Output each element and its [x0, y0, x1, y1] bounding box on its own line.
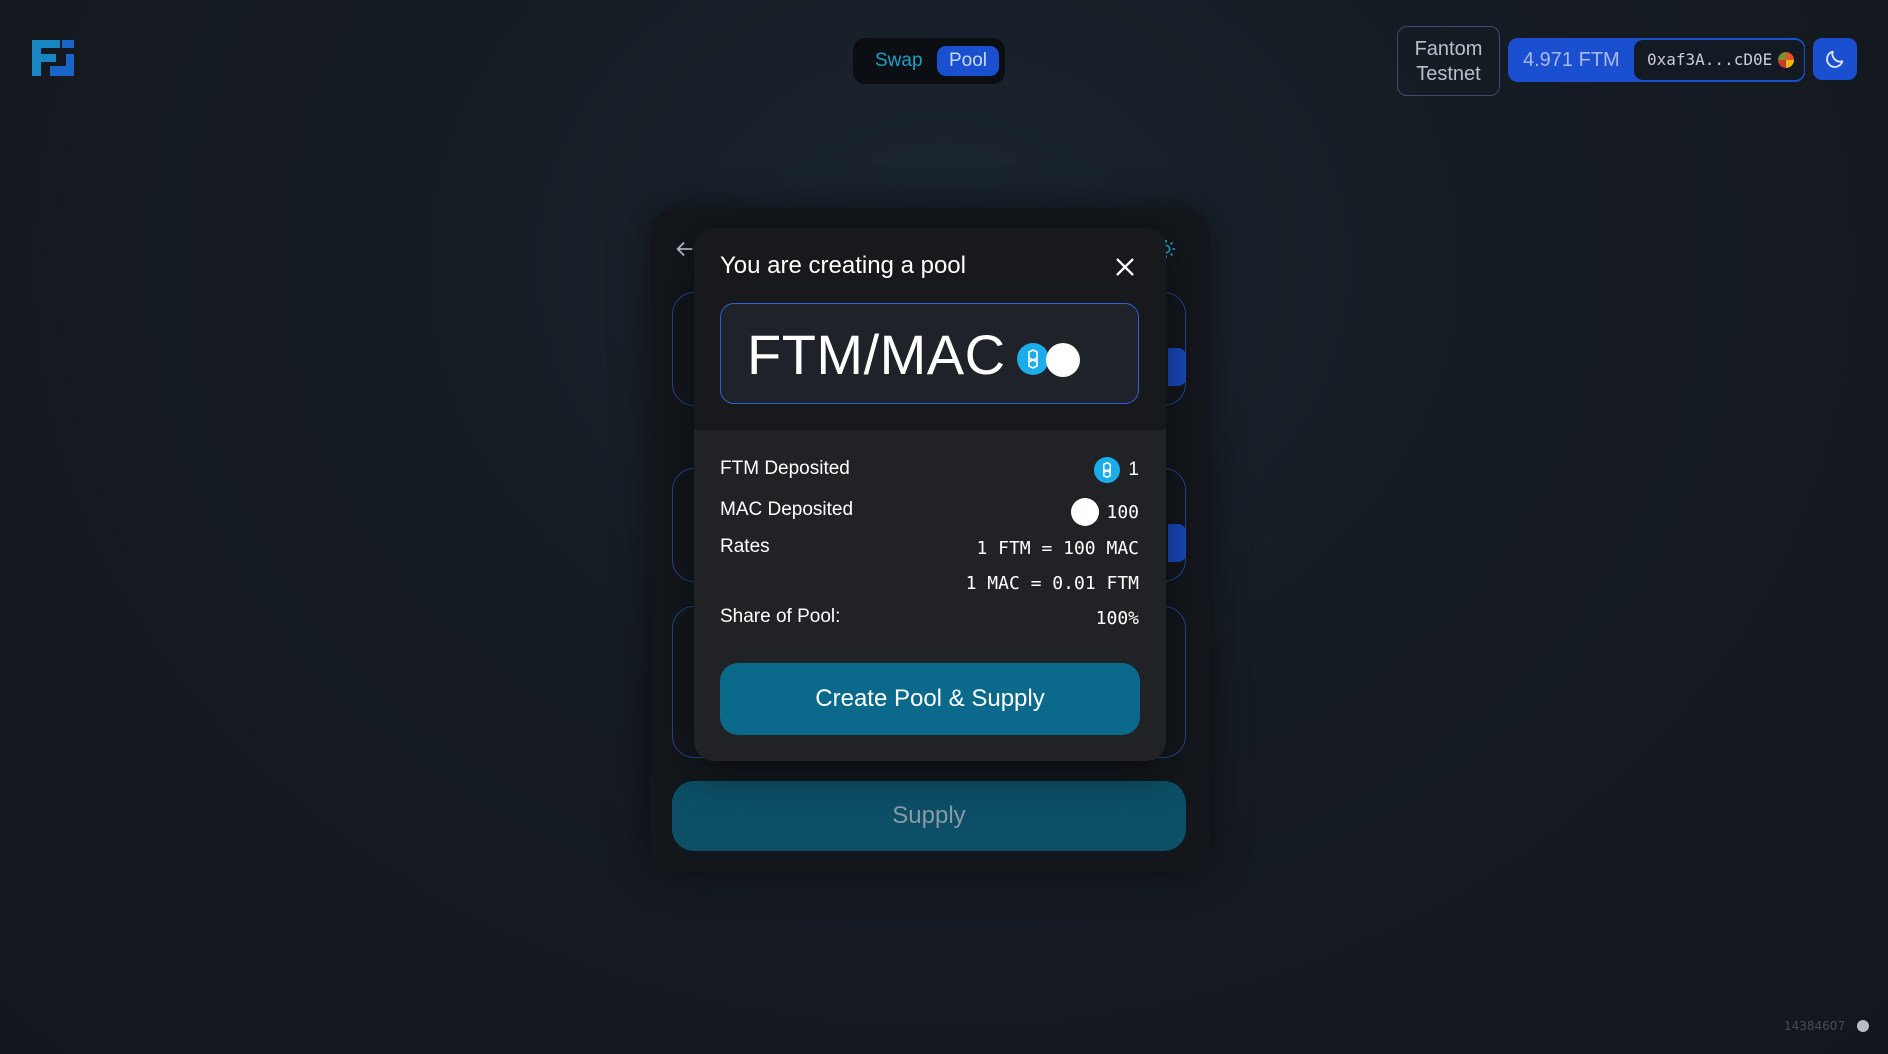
wallet-avatar-icon: [1778, 52, 1794, 68]
rates-label: Rates: [720, 536, 770, 557]
block-number: 14384607: [1784, 1019, 1846, 1033]
tab-pool[interactable]: Pool: [937, 46, 1000, 76]
rate-ftm-mac: 1 FTM = 100 MAC: [976, 538, 1139, 559]
theme-toggle-button[interactable]: [1813, 38, 1857, 80]
ftm-deposited-label: FTM Deposited: [720, 458, 850, 479]
token-b-select-stub[interactable]: [1168, 524, 1186, 562]
status-dot-icon: [1857, 1020, 1869, 1032]
share-of-pool-value: 100%: [1095, 608, 1139, 629]
mac-token-icon: [1071, 498, 1099, 526]
token-a-select-stub[interactable]: [1168, 348, 1186, 386]
wallet-address[interactable]: 0xaf3A...cD0E: [1634, 40, 1804, 80]
back-arrow-icon[interactable]: [674, 238, 696, 260]
ftm-deposited-value: 1: [1128, 459, 1139, 480]
network-name-line1: Fantom: [1414, 38, 1483, 60]
share-of-pool-label: Share of Pool:: [720, 606, 841, 627]
rate-mac-ftm: 1 MAC = 0.01 FTM: [965, 573, 1139, 594]
network-selector-button[interactable]: Fantom Testnet: [1397, 26, 1500, 96]
ftm-token-icon: [1017, 343, 1049, 375]
moon-icon: [1826, 50, 1844, 68]
pool-pair-name: FTM/MAC: [747, 323, 1006, 386]
wallet-button[interactable]: 4.971 FTM 0xaf3A...cD0E: [1508, 38, 1805, 82]
wallet-balance: 4.971 FTM: [1523, 49, 1620, 71]
modal-title: You are creating a pool: [720, 252, 966, 279]
create-pool-modal: You are creating a pool FTM/MAC FTM Depo…: [694, 228, 1166, 761]
pool-pair-box: FTM/MAC: [720, 303, 1139, 404]
create-pool-supply-button[interactable]: Create Pool & Supply: [720, 663, 1140, 735]
mac-token-icon: [1046, 343, 1080, 377]
ftm-token-icon: [1094, 457, 1120, 483]
mac-deposited-label: MAC Deposited: [720, 499, 854, 520]
wallet-address-text: 0xaf3A...cD0E: [1647, 50, 1773, 69]
nav-tabs: Swap Pool: [853, 38, 1005, 84]
close-icon[interactable]: [1114, 256, 1136, 278]
mac-deposited-value: 100: [1106, 502, 1139, 523]
tab-swap[interactable]: Swap: [867, 47, 931, 75]
app-logo-icon[interactable]: [30, 38, 76, 78]
network-name-line2: Testnet: [1416, 63, 1481, 85]
supply-button[interactable]: Supply: [672, 781, 1186, 851]
